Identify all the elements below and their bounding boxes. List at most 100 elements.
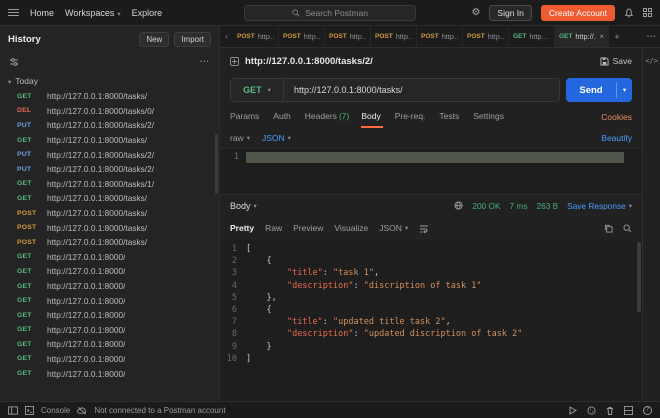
network-globe-icon[interactable] [454, 201, 463, 210]
response-body-dropdown[interactable]: Body [230, 201, 257, 211]
cookies-link[interactable]: Cookies [601, 106, 632, 128]
scroll-tabs-left-icon[interactable] [220, 26, 233, 47]
save-button[interactable]: Save [600, 56, 632, 66]
search-response-icon[interactable] [623, 224, 632, 233]
response-view-tab[interactable]: Raw [265, 223, 282, 233]
request-tab-item[interactable]: Settings [473, 106, 506, 128]
request-tab-item[interactable]: Body [361, 106, 382, 128]
create-account-button[interactable]: Create Account [541, 5, 615, 21]
body-type-dropdown[interactable]: raw [230, 133, 250, 143]
tab-options-icon[interactable] [644, 26, 660, 47]
request-tab-item[interactable]: Headers (7) [305, 106, 350, 128]
history-item[interactable]: GET http://127.0.0.1:8000/ [0, 323, 219, 338]
request-tab[interactable]: POST http… [279, 26, 325, 47]
history-item[interactable]: POST http://127.0.0.1:8000/tasks/ [0, 220, 219, 235]
history-item[interactable]: DEL http://127.0.0.1:8000/tasks/0/ [0, 104, 219, 119]
tab-label: http… [304, 32, 320, 41]
new-tab-icon[interactable] [609, 26, 625, 47]
history-item[interactable]: GET http://127.0.0.1:8000/ [0, 366, 219, 381]
request-tab[interactable]: POST http… [371, 26, 417, 47]
apps-grid-icon[interactable] [643, 8, 652, 17]
notifications-bell-icon[interactable] [624, 8, 634, 18]
history-item[interactable]: GET http://127.0.0.1:8000/tasks/ [0, 89, 219, 104]
history-item[interactable]: GET http://127.0.0.1:8000/tasks/ [0, 191, 219, 206]
request-tab[interactable]: POST http… [417, 26, 463, 47]
response-body[interactable]: 1 [ 2 { 3 "title": "task 1", [220, 240, 642, 401]
send-label[interactable]: Send [566, 78, 616, 102]
history-item[interactable]: PUT http://127.0.0.1:8000/tasks/2/ [0, 162, 219, 177]
sidebar-more-icon[interactable] [200, 59, 210, 65]
sign-in-button[interactable]: Sign In [489, 5, 531, 21]
response-scrollbar[interactable] [637, 242, 641, 312]
request-tab-item[interactable]: Auth [273, 106, 293, 128]
history-item[interactable]: GET http://127.0.0.1:8000/ [0, 279, 219, 294]
cookies-icon[interactable] [587, 406, 596, 415]
history-url: http://127.0.0.1:8000/tasks/ [47, 135, 147, 145]
runner-icon[interactable] [569, 406, 577, 415]
main-menu-icon[interactable] [8, 9, 19, 16]
nav-home[interactable]: Home [30, 8, 54, 18]
search-input[interactable]: Search Postman [244, 5, 416, 21]
method-selector[interactable]: GET [231, 85, 283, 95]
today-label: Today [15, 76, 38, 86]
url-input[interactable]: http://127.0.0.1:8000/tasks/ [284, 85, 403, 95]
history-group-today[interactable]: Today [0, 72, 219, 89]
nav-workspaces[interactable]: Workspaces [65, 8, 121, 18]
request-tab-item[interactable]: Pre-req. [395, 106, 428, 128]
trash-icon[interactable] [606, 406, 614, 415]
toggle-sidebar-icon[interactable] [8, 406, 18, 415]
request-tab[interactable]: GET http://… [555, 26, 609, 47]
line-content: { [246, 304, 272, 316]
console-label[interactable]: Console [41, 406, 70, 415]
history-item[interactable]: GET http://127.0.0.1:8000/ [0, 293, 219, 308]
line-number: 2 [220, 255, 246, 267]
history-item[interactable]: POST http://127.0.0.1:8000/tasks/ [0, 206, 219, 221]
copy-icon[interactable] [604, 224, 613, 233]
history-item[interactable]: GET http://127.0.0.1:8000/tasks/1/ [0, 177, 219, 192]
filter-icon[interactable] [9, 57, 19, 67]
response-view-tab[interactable]: Preview [293, 223, 323, 233]
request-tab[interactable]: POST http… [233, 26, 279, 47]
request-tab[interactable]: GET http… [509, 26, 555, 47]
send-options-icon[interactable] [617, 78, 632, 102]
body-format-dropdown[interactable]: JSON [262, 133, 291, 143]
history-item[interactable]: GET http://127.0.0.1:8000/ [0, 337, 219, 352]
beautify-link[interactable]: Beautify [601, 133, 632, 143]
code-snippet-icon[interactable]: </> [645, 57, 658, 65]
send-button[interactable]: Send [566, 78, 632, 102]
line-content: }, [246, 292, 277, 304]
history-item[interactable]: GET http://127.0.0.1:8000/tasks/ [0, 133, 219, 148]
request-tab-item[interactable]: Tests [439, 106, 461, 128]
console-icon[interactable] [25, 406, 34, 415]
new-button[interactable]: New [139, 32, 169, 47]
close-tab-icon[interactable] [599, 33, 604, 41]
history-item[interactable]: PUT http://127.0.0.1:8000/tasks/2/ [0, 118, 219, 133]
request-tab[interactable]: POST http… [325, 26, 371, 47]
response-format-dropdown[interactable]: JSON [379, 223, 408, 233]
import-button[interactable]: Import [174, 32, 211, 47]
editor-content[interactable] [246, 149, 642, 194]
request-tab-item[interactable]: Params [230, 106, 261, 128]
sidebar-scrollbar[interactable] [215, 134, 218, 194]
history-item[interactable]: GET http://127.0.0.1:8000/ [0, 352, 219, 367]
help-icon[interactable] [643, 406, 652, 415]
two-pane-view-icon[interactable] [624, 406, 633, 415]
history-item[interactable]: GET http://127.0.0.1:8000/ [0, 308, 219, 323]
nav-explore[interactable]: Explore [132, 8, 163, 18]
request-body-editor[interactable]: 1 [220, 148, 642, 194]
save-response-button[interactable]: Save Response [567, 201, 632, 211]
history-item[interactable]: POST http://127.0.0.1:8000/tasks/ [0, 235, 219, 250]
history-item[interactable]: GET http://127.0.0.1:8000/ [0, 264, 219, 279]
history-url: http://127.0.0.1:8000/ [47, 252, 125, 262]
request-tab[interactable]: POST http… [463, 26, 509, 47]
history-item[interactable]: PUT http://127.0.0.1:8000/tasks/2/ [0, 147, 219, 162]
tab-method: POST [467, 33, 485, 40]
collapse-caret-icon [8, 76, 11, 86]
wrap-text-icon[interactable] [419, 224, 429, 233]
method-badge: PUT [17, 122, 42, 129]
response-view-tab[interactable]: Pretty [230, 223, 254, 233]
settings-gear-icon[interactable]: ⚙ [471, 7, 480, 18]
request-tab-label: Tests [439, 111, 459, 121]
history-item[interactable]: GET http://127.0.0.1:8000/ [0, 250, 219, 265]
response-view-tab[interactable]: Visualize [334, 223, 368, 233]
